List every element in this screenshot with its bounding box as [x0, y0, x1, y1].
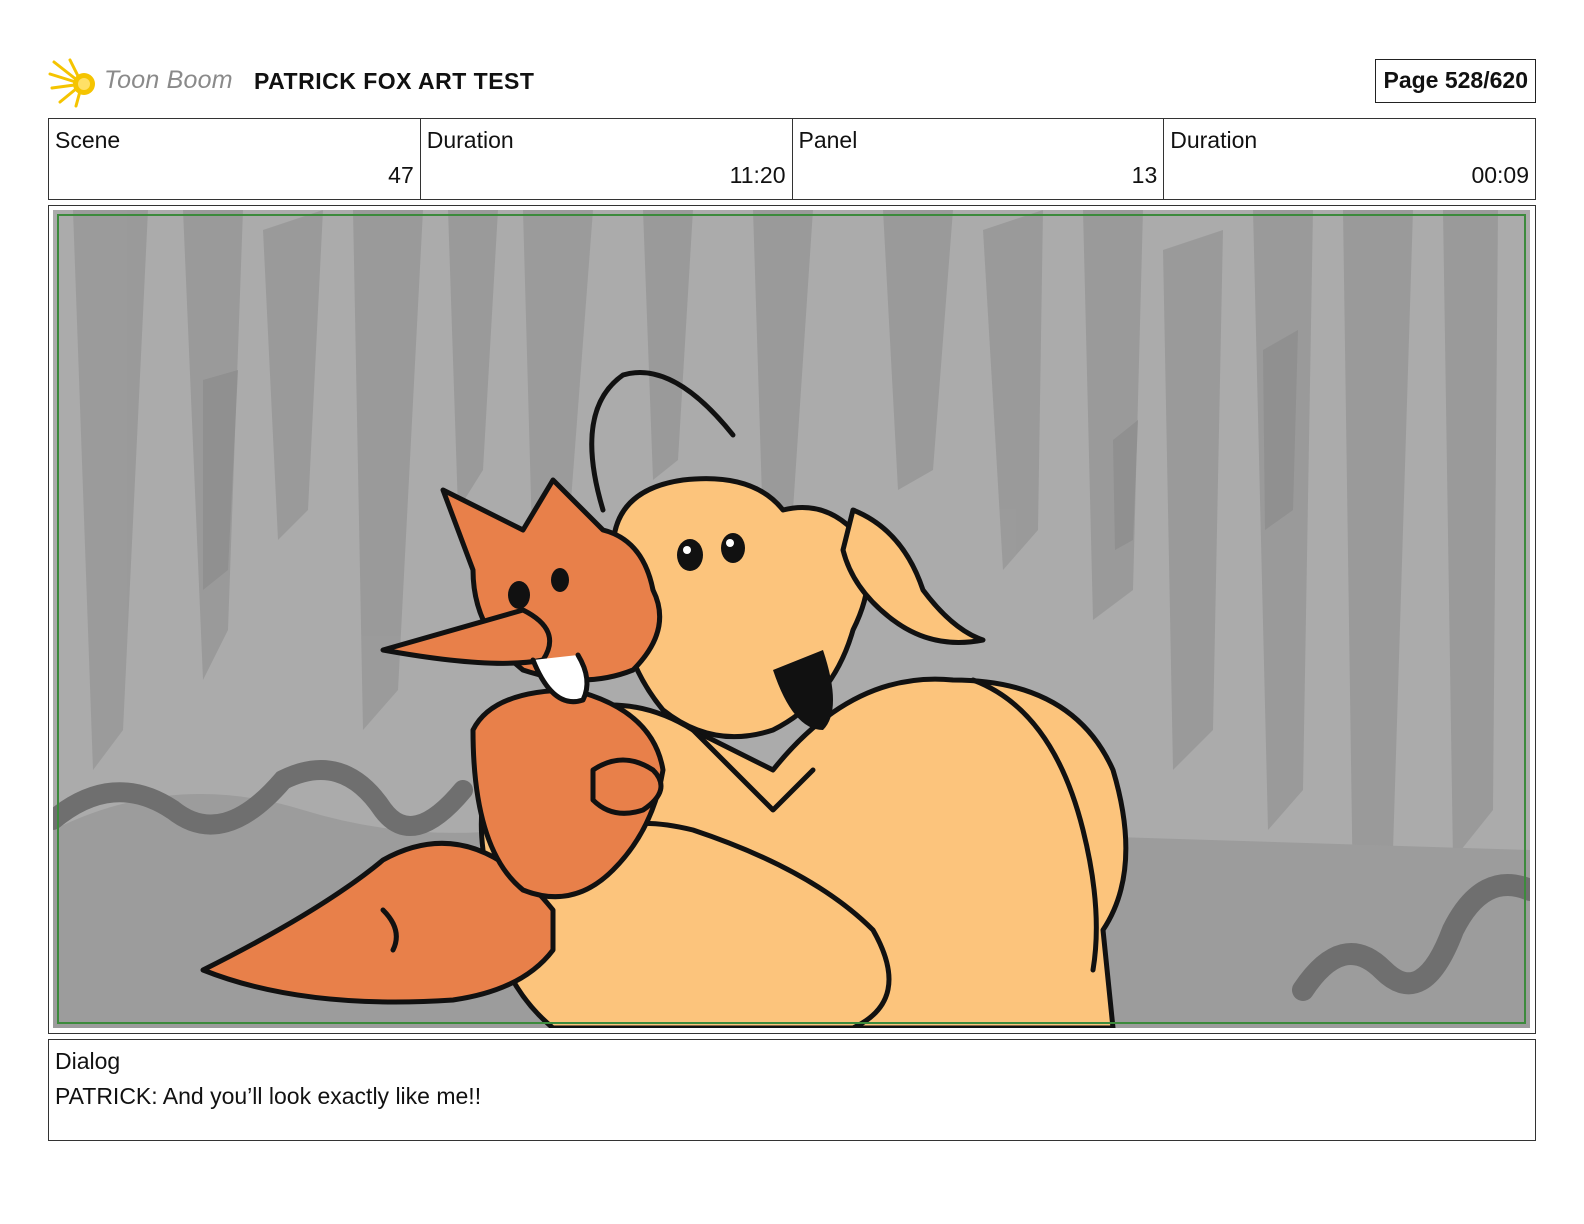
dialog-label: Dialog [55, 1048, 121, 1074]
scene-duration-label: Duration [426, 127, 514, 153]
panel-value: 13 [1131, 162, 1158, 188]
toon-boom-logo: Toon Boom [48, 56, 243, 108]
scene-value: 47 [388, 162, 414, 188]
scene-duration-cell: Duration 11:20 [421, 119, 793, 199]
dialog-text: PATRICK: And you’ll look exactly like me… [55, 1083, 482, 1109]
scene-cell: Scene 47 [49, 119, 421, 199]
page-indicator: Page 528/620 [1375, 59, 1536, 103]
scene-duration-value: 11:20 [729, 162, 786, 188]
page-header: Toon Boom PATRICK FOX ART TEST Page 528/… [48, 52, 1536, 110]
starburst-icon [48, 58, 95, 108]
scene-info-table: Scene 47 Duration 11:20 Panel 13 Duratio… [48, 118, 1536, 200]
panel-label: Panel [798, 127, 858, 153]
scene-label: Scene [55, 127, 121, 153]
project-title: PATRICK FOX ART TEST [254, 68, 535, 94]
panel-duration-value: 00:09 [1471, 162, 1529, 188]
panel-artwork [53, 210, 1530, 1028]
dialog-box: Dialog PATRICK: And you’ll look exactly … [48, 1039, 1536, 1141]
storyboard-panel [48, 205, 1536, 1034]
logo-text: Toon Boom [104, 66, 233, 94]
panel-cell: Panel 13 [793, 119, 1165, 199]
panel-duration-label: Duration [1170, 127, 1258, 153]
panel-duration-cell: Duration 00:09 [1164, 119, 1535, 199]
